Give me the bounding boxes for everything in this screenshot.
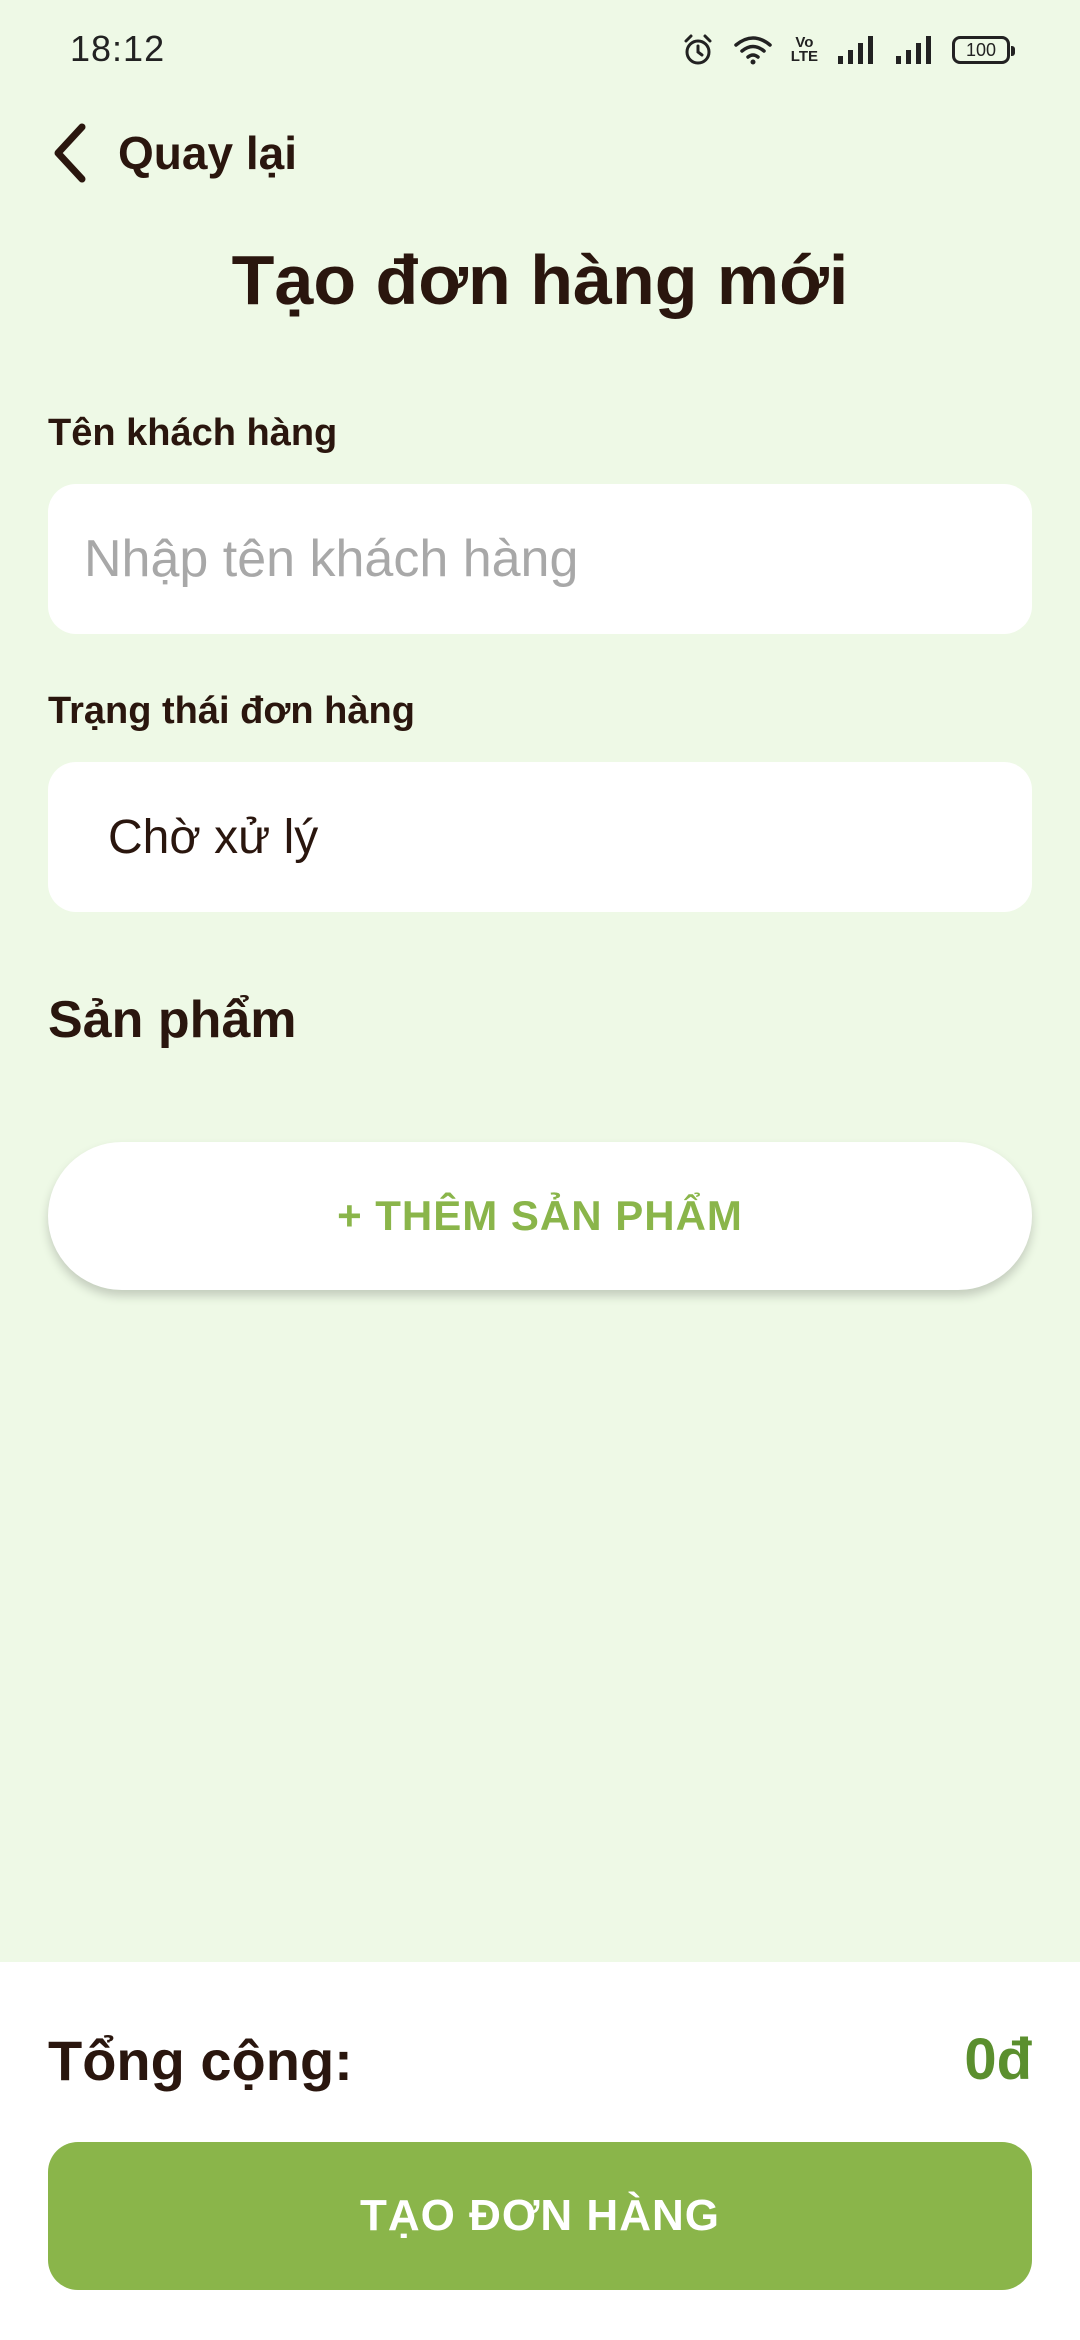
page-title: Tạo đơn hàng mới bbox=[231, 241, 849, 319]
status-icons: Vo LTE 100 bbox=[681, 26, 1015, 74]
volte-icon: Vo LTE bbox=[790, 34, 818, 65]
order-status-value: Chờ xử lý bbox=[108, 810, 319, 864]
back-label: Quay lại bbox=[118, 127, 297, 179]
products-section-title: Sản phẩm bbox=[48, 991, 297, 1049]
order-status-label: Trạng thái đơn hàng bbox=[48, 690, 415, 732]
create-order-screen: 18:12 Vo LTE 100 Quay lại Tạo đơn hàng m… bbox=[0, 0, 1080, 2340]
add-product-button[interactable]: + THÊM SẢN PHẨM bbox=[48, 1142, 1032, 1290]
battery-icon: 100 bbox=[952, 36, 1015, 64]
status-time: 18:12 bbox=[70, 28, 166, 69]
signal-icon bbox=[894, 34, 934, 66]
create-order-button[interactable]: TẠO ĐƠN HÀNG bbox=[48, 2142, 1032, 2290]
customer-name-input[interactable] bbox=[48, 484, 1032, 634]
signal-icon bbox=[836, 34, 876, 66]
customer-name-label: Tên khách hàng bbox=[48, 412, 338, 454]
order-status-select[interactable]: Chờ xử lý bbox=[48, 762, 1032, 912]
alarm-icon bbox=[681, 33, 715, 67]
total-label: Tổng cộng: bbox=[48, 2029, 353, 2092]
back-button[interactable]: Quay lại bbox=[50, 118, 297, 188]
order-footer: Tổng cộng: 0đ TẠO ĐƠN HÀNG bbox=[0, 1962, 1080, 2340]
status-bar: 18:12 Vo LTE 100 bbox=[0, 0, 1080, 100]
chevron-left-icon bbox=[50, 121, 90, 185]
wifi-icon bbox=[733, 34, 773, 66]
total-value: 0đ bbox=[964, 2027, 1032, 2092]
